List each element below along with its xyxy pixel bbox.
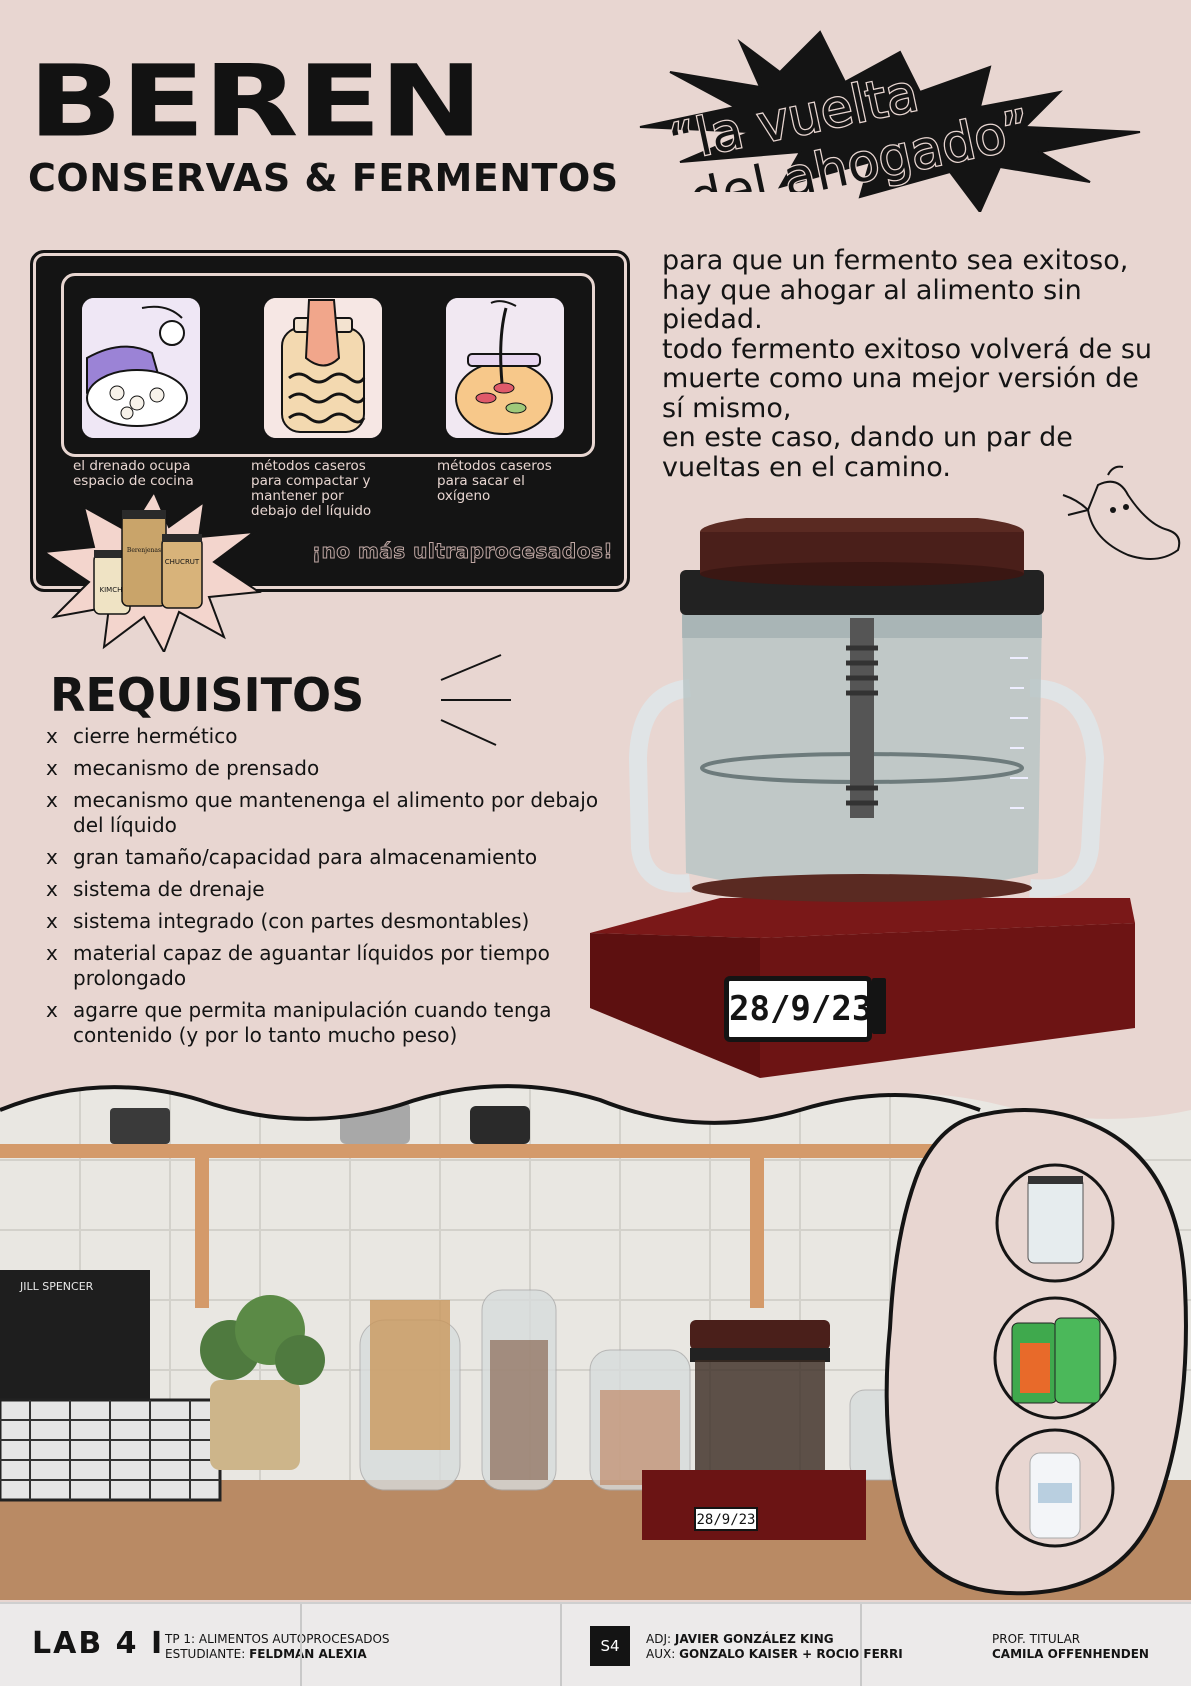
brand-title: BEREN <box>28 44 483 160</box>
list-item: x sistema integrado (con partes desmontab… <box>46 909 530 933</box>
footer-divider <box>860 1604 862 1686</box>
product-handle-left <box>628 679 692 893</box>
list-item: x mecanismo que mantenenga el alimento po… <box>46 788 599 837</box>
x-mark-icon: x <box>46 756 58 780</box>
x-mark-icon: x <box>46 724 58 748</box>
small-product-date: 28/9/23 <box>696 1512 755 1528</box>
jars-burst: KIMCHI Berenjenas CHUCRUT <box>44 492 262 652</box>
x-mark-icon: x <box>46 998 58 1022</box>
process-images-frame <box>61 273 595 457</box>
x-mark-icon: x <box>46 788 58 812</box>
reference-french-press <box>1027 1177 1084 1264</box>
footer-adj-row: ADJ: JAVIER GONZÁLEZ KING <box>646 1632 834 1646</box>
date-label-slider <box>872 978 886 1034</box>
intro-paragraph-2: todo fermento exitoso volverá de su muer… <box>662 333 1153 424</box>
footer-divider <box>560 1604 562 1686</box>
footer-lab: LAB 4 I <box>32 1626 165 1661</box>
slogan-text: ¡no más ultraprocesados! <box>311 539 613 564</box>
list-item: x mecanismo de prensado <box>46 756 320 780</box>
x-mark-icon: x <box>46 909 58 933</box>
footer-adj: JAVIER GONZÁLEZ KING <box>674 1632 834 1646</box>
reference-pickle-jar-2 <box>1054 1317 1101 1404</box>
list-item: x cierre hermético <box>46 724 238 748</box>
compact-jar-illustration <box>264 298 382 438</box>
footer-aux: GONZALO KAISER + ROCIO FERRI <box>679 1647 903 1661</box>
drain-illustration <box>82 298 200 438</box>
footer-aux-row: AUX: GONZALO KAISER + ROCIO FERRI <box>646 1647 903 1661</box>
footer-section-badge: S4 <box>590 1626 630 1666</box>
list-item: x gran tamaño/capacidad para almacenamien… <box>46 845 538 869</box>
recipe-book-author: JILL SPENCER <box>19 1280 94 1293</box>
footer-tp-block: TP 1: ALIMENTOS AUTOPROCESADOS ESTUDIANT… <box>165 1632 390 1662</box>
list-item: x agarre que permita manipulación cuando … <box>46 998 552 1047</box>
date-label-display: 28/9/23 <box>724 976 872 1042</box>
caption-drain: el drenado ocupa espacio de cocina <box>73 458 194 489</box>
jar-chuchrut <box>161 537 203 609</box>
jar-berenjenas <box>121 513 167 607</box>
caption-compact: métodos caseros para compactar y mantene… <box>251 458 372 519</box>
footer-prof-block: PROF. TITULAR CAMILA OFFENHENDEN <box>992 1632 1149 1662</box>
intro-paragraph-1: para que un fermento sea exitoso, hay qu… <box>662 245 1129 335</box>
footer-prof-label: PROF. TITULAR <box>992 1632 1081 1646</box>
requisitos-list: x cierre hermético x mecanismo de prensado… <box>46 724 606 1055</box>
footer-prof: CAMILA OFFENHENDEN <box>992 1647 1149 1661</box>
tagline-text-art: “la vuelta del ahogado” <box>663 62 1037 192</box>
x-mark-icon: x <box>46 877 58 901</box>
footer-tp: TP 1: ALIMENTOS AUTOPROCESADOS <box>165 1632 390 1646</box>
small-product-glass <box>695 1360 825 1470</box>
x-mark-icon: x <box>46 941 58 965</box>
footer-staff-block: ADJ: JAVIER GONZÁLEZ KING AUX: GONZALO K… <box>646 1632 903 1662</box>
references-blob <box>884 1108 1188 1596</box>
footer: LAB 4 I TP 1: ALIMENTOS AUTOPROCESADOS E… <box>0 1602 1191 1686</box>
jar-kimchi-label: KIMCHI <box>100 586 125 594</box>
oxygen-jar-illustration <box>446 298 564 438</box>
intro-text: para que un fermento sea exitoso, hay qu… <box>662 246 1162 482</box>
jar-berenjenas-label: Berenjenas <box>127 547 161 554</box>
list-item: x material capaz de aguantar líquidos por… <box>46 941 550 990</box>
x-mark-icon: x <box>46 845 58 869</box>
jar-chucrut-label: CHUCRUT <box>165 558 200 566</box>
footer-student-row: ESTUDIANTE: FELDMAN ALEXIA <box>165 1647 367 1661</box>
footer-student: FELDMAN ALEXIA <box>249 1647 367 1661</box>
requisitos-title: REQUISITOS <box>50 668 365 722</box>
list-item: x sistema de drenaje <box>46 877 265 901</box>
footer-divider <box>300 1604 302 1686</box>
caption-oxygen: métodos caseros para sacar el oxígeno <box>437 458 552 504</box>
brand-subtitle: CONSERVAS & FERMENTOS <box>28 156 619 200</box>
